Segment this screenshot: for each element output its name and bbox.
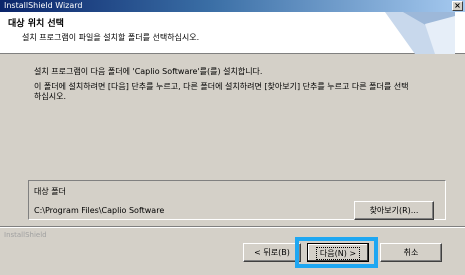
wizard-graphic-icon [385,12,455,54]
cancel-button[interactable]: 취소 [380,243,442,262]
next-button-highlight [295,237,378,268]
destination-folder-label: 대상 폴더 [34,187,66,196]
window-title: InstallShield Wizard [4,1,83,10]
install-info-text: 설치 프로그램이 다음 폴더에 'Caplio Software'를(를) 설치… [34,67,263,76]
footer-divider [0,226,465,228]
instructions-text: 이 폴더에 설치하려면 [다음] 단추를 누르고, 다른 폴더에 설치하려면 [… [34,82,409,101]
wizard-header: 대상 위치 선택 설치 프로그램이 파일을 설치할 폴더를 선택하십시오. [0,12,465,54]
title-bar: InstallShield Wizard × [0,0,465,12]
header-title: 대상 위치 선택 [8,19,64,29]
destination-path: C:\Program Files\Caplio Software [34,206,165,215]
installshield-brand: InstallShield [4,231,47,239]
browse-button[interactable]: 찾아보기(R)... [354,201,434,220]
header-subtitle: 설치 프로그램이 파일을 설치할 폴더를 선택하십시오. [22,33,200,42]
close-button[interactable]: × [452,1,463,11]
installshield-wizard-window: InstallShield Wizard × 대상 위치 선택 설치 프로그램이… [0,0,465,275]
close-icon: × [454,1,461,10]
back-button[interactable]: < 뒤로(B) [243,243,301,262]
